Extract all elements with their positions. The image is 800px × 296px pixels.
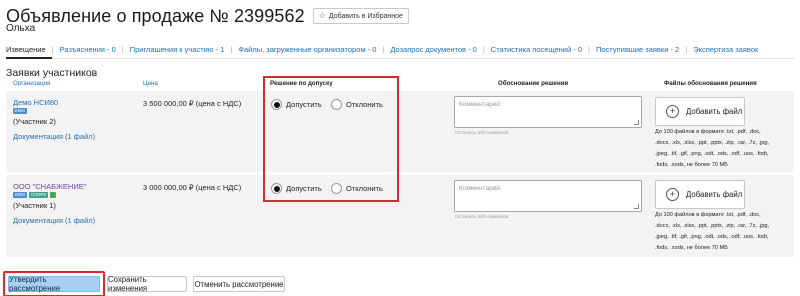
organization-link[interactable]: ООО "СНАБЖЕНИЕ": [13, 182, 86, 191]
badge-group: ЕВМ СПИРК: [13, 192, 57, 198]
plus-circle-icon: +: [666, 105, 679, 118]
add-file-button[interactable]: + Добавить файл: [655, 97, 745, 126]
table-row: Демо НСИ80 ЕВМ (Участник 2) Документация…: [6, 91, 794, 172]
organization-link[interactable]: Демо НСИ80: [13, 98, 58, 107]
tab-received-applications[interactable]: Поступившие заявки - 2: [590, 45, 685, 59]
status-badge: [50, 192, 57, 198]
price-value: 3 000 000,00 ₽ (цена с НДС): [143, 183, 242, 192]
tab-bar: Извещение | Разъяснения - 0 | Приглашени…: [6, 45, 794, 59]
tab-organizer-files[interactable]: Файлы, загруженные организатором - 0: [232, 45, 382, 59]
status-badge: ЕВМ: [13, 192, 27, 198]
add-file-label: Добавить файл: [686, 107, 743, 116]
column-header-price[interactable]: Цена: [143, 80, 158, 87]
save-changes-button[interactable]: Сохранить изменения: [107, 275, 187, 293]
plus-circle-icon: +: [666, 188, 679, 201]
tab-notice[interactable]: Извещение: [6, 45, 52, 59]
column-header-organization[interactable]: Организация: [13, 80, 50, 87]
add-file-label: Добавить файл: [686, 190, 743, 199]
radio-reject-label: Отклонить: [346, 100, 383, 109]
documentation-link[interactable]: Документация (1 файл): [13, 216, 95, 225]
approve-review-button[interactable]: Утвердить рассмотрение: [8, 275, 100, 293]
tab-applications-review[interactable]: Экспертиза заявок: [687, 45, 764, 59]
page-title: Объявление о продаже № 2399562: [6, 5, 305, 26]
file-requirements: До 100 файлов в формате .txt, .pdf, .doc…: [655, 212, 770, 251]
company-name: Ольха: [6, 23, 36, 34]
tab-invitations[interactable]: Приглашения к участию - 1: [124, 45, 231, 59]
section-title: Заявки участников: [6, 67, 98, 79]
column-header-files: Файлы обоснования решения: [664, 80, 757, 87]
comment-placeholder: Комментарий:: [459, 185, 502, 192]
radio-unchecked-icon: [331, 99, 342, 110]
price-value: 3 500 000,00 ₽ (цена с НДС): [143, 99, 242, 108]
radio-reject[interactable]: Отклонить: [331, 183, 383, 194]
radio-admit[interactable]: Допустить: [271, 99, 322, 110]
file-requirements: До 100 файлов в формате .txt, .pdf, .doc…: [655, 129, 770, 168]
comment-textarea[interactable]: Комментарий:: [454, 96, 642, 128]
participant-label: (Участник 2): [13, 117, 56, 126]
radio-admit-label: Допустить: [286, 100, 322, 109]
cancel-review-button[interactable]: Отменить рассмотрение: [193, 276, 285, 292]
status-badge: ЕВМ: [13, 108, 27, 114]
char-counter: Осталось 500 символов: [455, 215, 509, 220]
resize-handle-icon[interactable]: [634, 204, 639, 209]
participant-label: (Участник 1): [13, 201, 56, 210]
tab-document-requests[interactable]: Дозапрос документов - 0: [384, 45, 483, 59]
radio-unchecked-icon: [331, 183, 342, 194]
radio-admit[interactable]: Допустить: [271, 183, 322, 194]
page-header: Объявление о продаже № 2399562 ☆ Добавит…: [6, 4, 409, 28]
add-to-favorites-button[interactable]: ☆ Добавить в Избранное: [312, 8, 409, 24]
documentation-link[interactable]: Документация (1 файл): [13, 132, 95, 141]
resize-handle-icon[interactable]: [634, 120, 639, 125]
column-header-decision: Решение по допуску: [270, 80, 333, 87]
star-icon: ☆: [318, 11, 326, 20]
add-file-button[interactable]: + Добавить файл: [655, 180, 745, 209]
badge-group: ЕВМ: [13, 108, 27, 114]
table-row: ООО "СНАБЖЕНИЕ" ЕВМ СПИРК (Участник 1) Д…: [6, 175, 794, 257]
radio-reject[interactable]: Отклонить: [331, 99, 383, 110]
radio-reject-label: Отклонить: [346, 184, 383, 193]
comment-placeholder: Комментарий:: [459, 101, 502, 108]
tab-clarifications[interactable]: Разъяснения - 0: [54, 45, 122, 59]
radio-checked-icon: [271, 183, 282, 194]
char-counter: Осталось 500 символов: [455, 131, 509, 136]
radio-admit-label: Допустить: [286, 184, 322, 193]
column-header-reason: Обоснование решения: [498, 80, 569, 87]
comment-textarea[interactable]: Комментарий:: [454, 180, 642, 212]
add-to-favorites-label: Добавить в Избранное: [328, 12, 403, 20]
radio-checked-icon: [271, 99, 282, 110]
status-badge: СПИРК: [28, 192, 49, 198]
tab-visit-statistics[interactable]: Статистика посещений - 0: [485, 45, 588, 59]
